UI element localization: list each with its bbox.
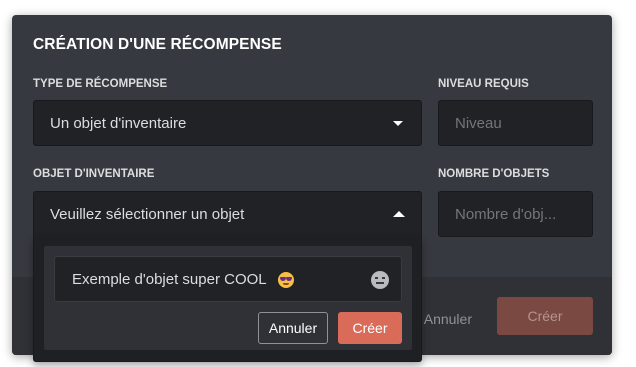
footer-create-button[interactable]: Créer — [497, 297, 593, 335]
object-count-label: NOMBRE D'OBJETS — [438, 168, 550, 180]
dropdown-create-button[interactable]: Créer — [338, 312, 402, 344]
modal-title: CRÉATION D'UNE RÉCOMPENSE — [33, 36, 282, 53]
object-option-input[interactable]: Exemple d'objet super COOL — [54, 256, 402, 302]
sunglasses-emoji-icon — [278, 272, 294, 288]
object-option-text: Exemple d'objet super COOL — [72, 271, 267, 288]
dropdown-cancel-button[interactable]: Annuler — [258, 312, 328, 344]
footer-cancel-label: Annuler — [423, 311, 472, 327]
required-level-input[interactable]: Niveau — [438, 100, 593, 146]
inventory-object-dropdown: Exemple d'objet super COOL Annuler Créer — [33, 236, 422, 362]
chevron-down-icon — [393, 121, 403, 126]
reward-type-select[interactable]: Un objet d'inventaire — [33, 100, 422, 146]
object-count-placeholder: Nombre d'obj... — [455, 206, 557, 223]
reward-type-label: TYPE DE RÉCOMPENSE — [33, 78, 168, 90]
inventory-object-label: OBJET D'INVENTAIRE — [33, 168, 155, 180]
inventory-object-value: Veuillez sélectionner un objet — [50, 206, 245, 223]
emoji-picker-icon[interactable] — [371, 271, 389, 289]
chevron-up-icon — [393, 211, 405, 217]
object-count-input[interactable]: Nombre d'obj... — [438, 191, 593, 237]
dropdown-content: Exemple d'objet super COOL Annuler Créer — [44, 246, 412, 350]
inventory-object-select[interactable]: Veuillez sélectionner un objet — [33, 191, 422, 237]
reward-type-value: Un objet d'inventaire — [50, 115, 187, 132]
required-level-label: NIVEAU REQUIS — [438, 78, 529, 90]
required-level-placeholder: Niveau — [455, 115, 502, 132]
